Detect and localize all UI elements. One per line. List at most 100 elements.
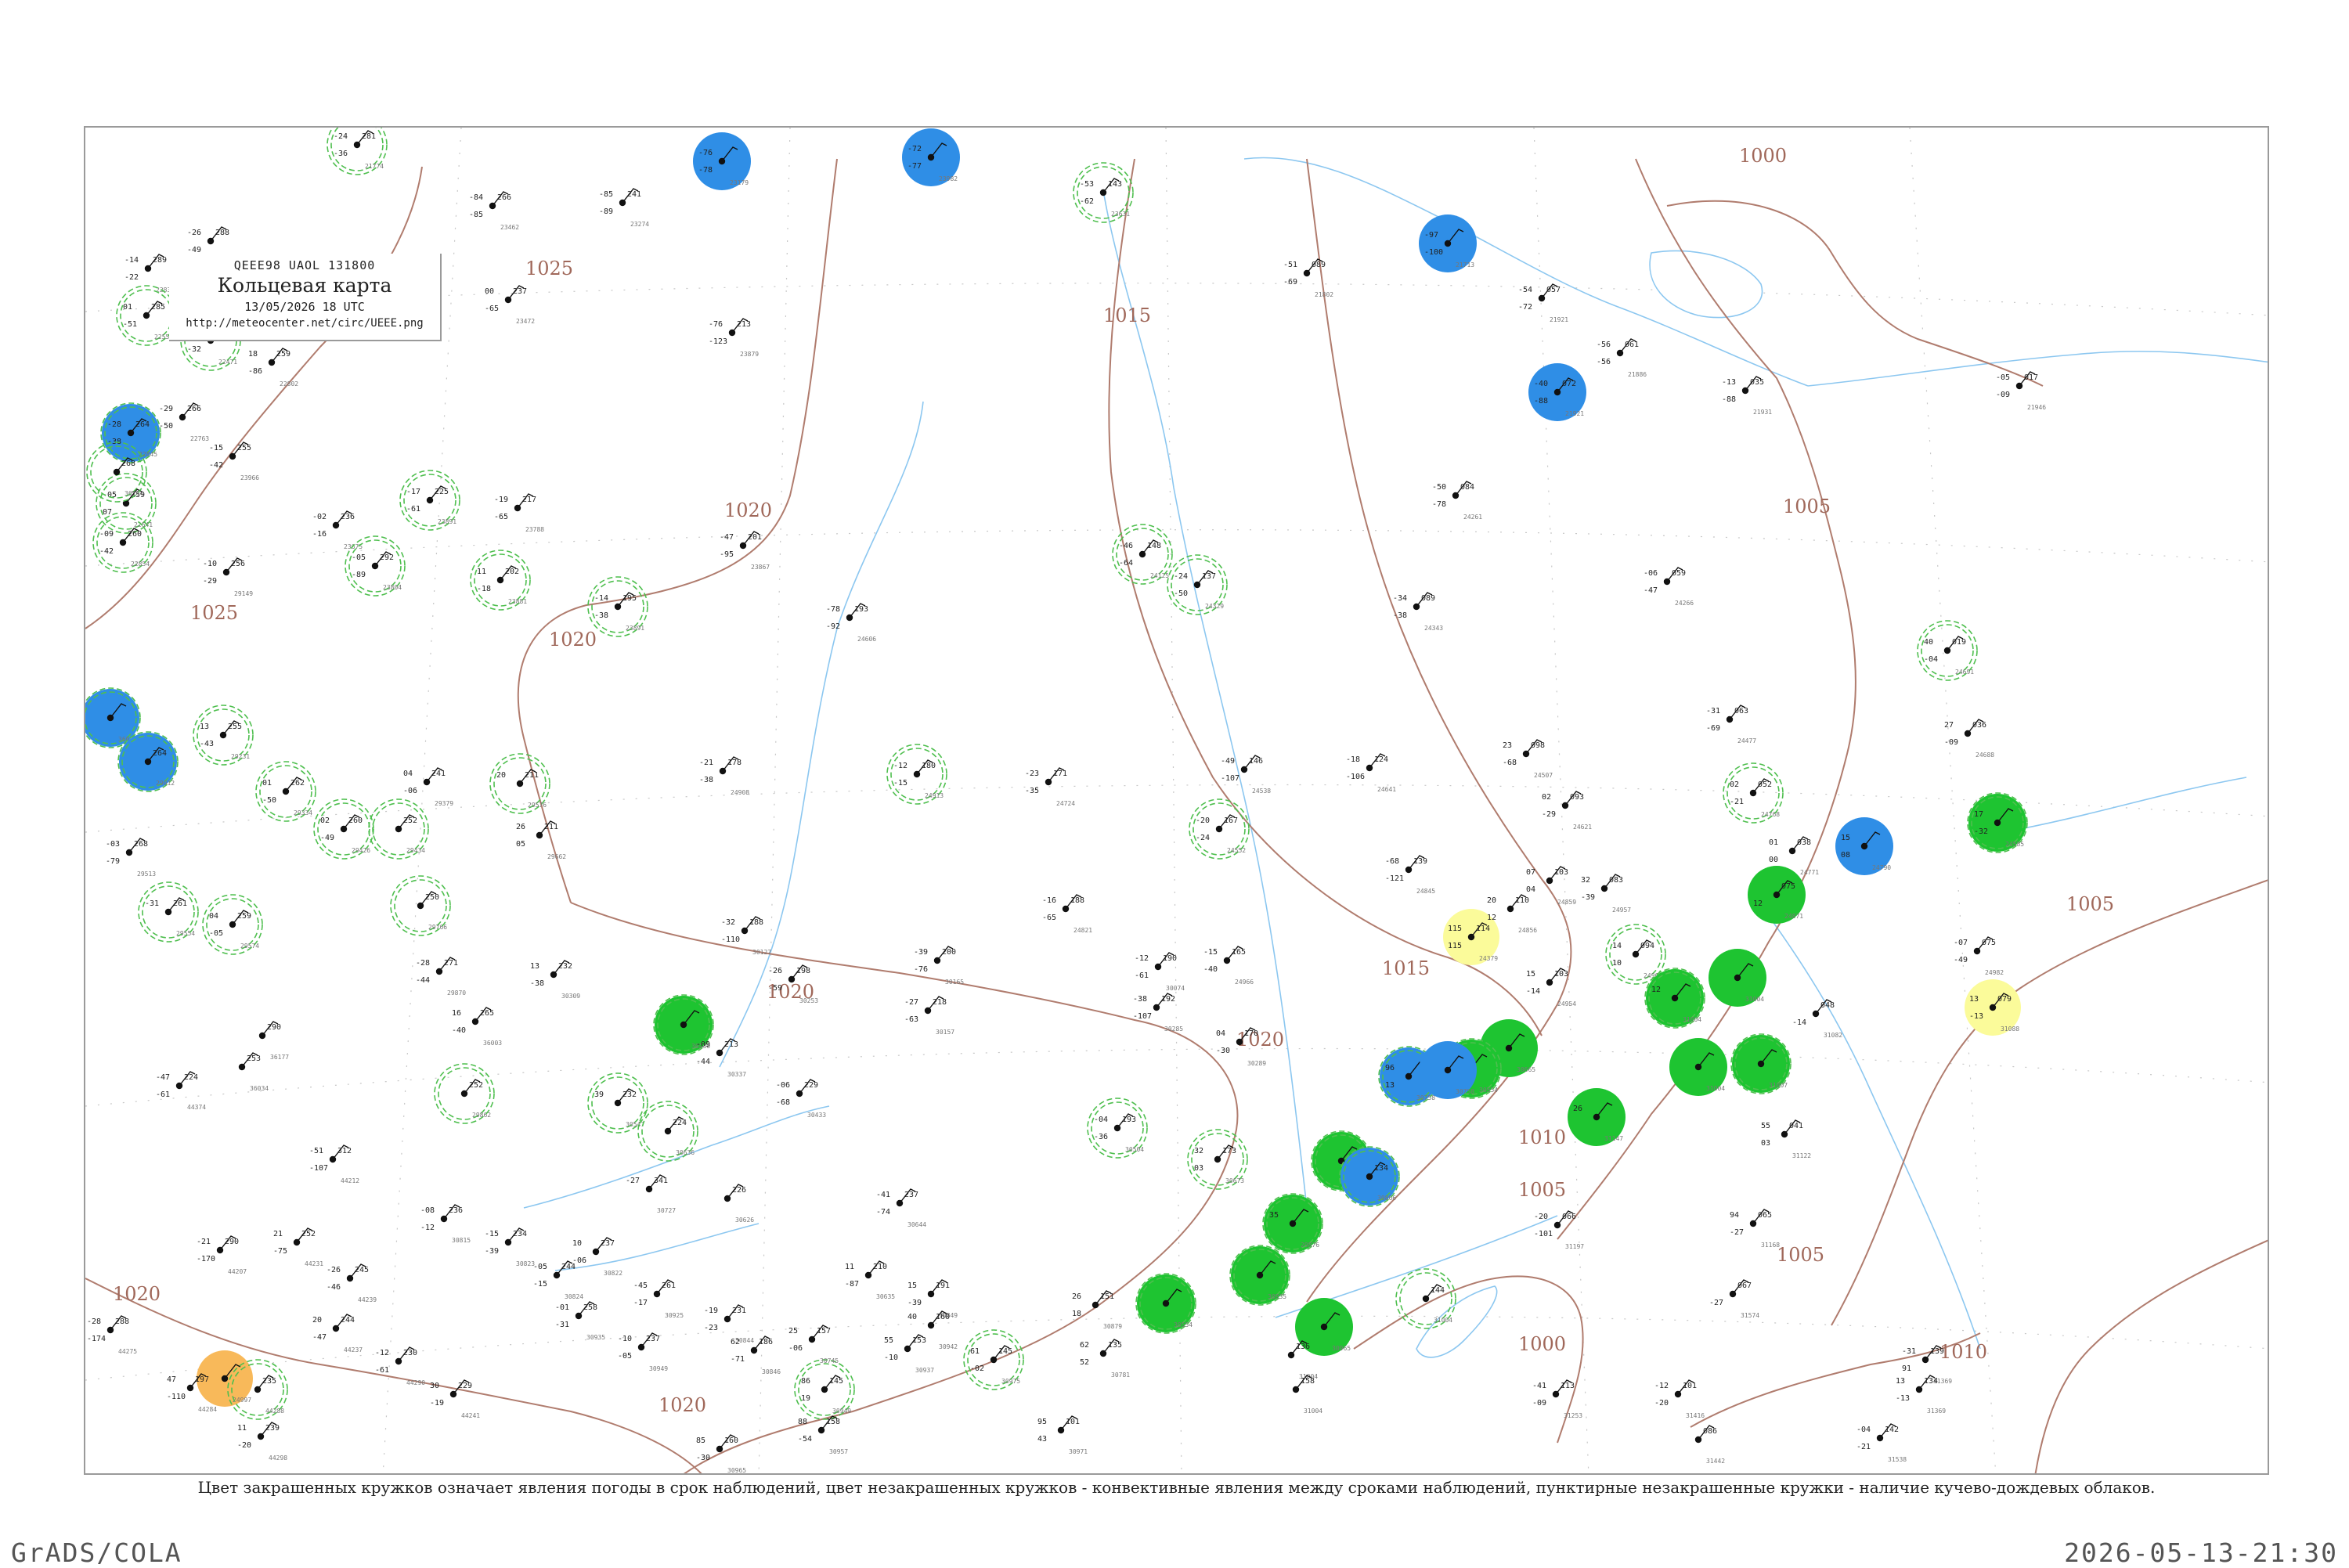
station-plot[interactable]: 101 95 43 30971 xyxy=(1037,1415,1088,1455)
station-plot[interactable]: 30758 xyxy=(1419,1041,1477,1099)
station-plot[interactable]: 237 00 -65 23472 xyxy=(485,285,535,325)
station-plot[interactable]: 312 -51 -107 44212 xyxy=(309,1144,359,1184)
station-plot[interactable]: 250 29766 xyxy=(390,875,451,936)
station-plot[interactable]: 232 13 -38 30309 xyxy=(530,960,580,1000)
station-plot[interactable]: 075 -07 -49 24982 xyxy=(1954,936,2004,976)
station-plot[interactable]: 341 -27 30727 xyxy=(626,1174,676,1214)
station-plot[interactable]: 178 -21 -38 24908 xyxy=(699,756,749,796)
station-plot[interactable]: 266 -29 -50 22763 xyxy=(159,402,209,442)
station-plot[interactable]: 260 02 -49 29426 xyxy=(313,798,374,860)
station-plot[interactable]: 202 11 -18 23881 xyxy=(470,550,531,611)
station-plot[interactable]: 281 -24 -36 21774 xyxy=(327,128,388,175)
station-plot[interactable]: 289-14-2222837 xyxy=(124,254,175,294)
station-plot[interactable]: 201 -47 -95 23867 xyxy=(720,531,770,571)
station-plot[interactable]: 066 -20 -101 31197 xyxy=(1534,1210,1584,1250)
station-plot[interactable]: 145 86 19 30949 xyxy=(794,1359,855,1420)
station-plot[interactable]: -76 -78 23179 xyxy=(693,132,751,190)
station-plot[interactable]: 292 -05 -89 23804 xyxy=(345,535,406,597)
station-plot[interactable]: 259 04 -05 29574 xyxy=(202,894,263,955)
station-plot[interactable]: 261 -31 29554 xyxy=(138,881,199,943)
station-plot[interactable]: 211 20 29576 xyxy=(489,753,550,814)
station-plot[interactable]: 083 32 -39 24957 xyxy=(1581,874,1631,914)
station-plot[interactable]: 253 36034 xyxy=(238,1052,269,1092)
station-plot[interactable]: 124 -18 -106 24641 xyxy=(1346,753,1396,793)
station-plot[interactable]: 019 40 -04 24691 xyxy=(1917,620,1978,681)
station-plot[interactable]: 290 -21 -170 44207 xyxy=(197,1235,247,1275)
station-plot[interactable]: 142 -04 -21 31538 xyxy=(1856,1423,1907,1463)
station-plot[interactable]: 256 -10 -29 29149 xyxy=(203,557,253,597)
station-plot[interactable]: 193 -04 -36 30504 xyxy=(1087,1098,1148,1159)
station-plot[interactable]: 035 -13 -88 21931 xyxy=(1722,376,1772,416)
station-plot[interactable]: 31004 xyxy=(1669,1038,1727,1096)
station-plot[interactable]: 261 -45 -17 30925 xyxy=(633,1279,684,1319)
station-plot[interactable]: 258 -01 -31 30935 xyxy=(555,1301,605,1341)
station-plot[interactable]: 072 -40 -88 21921 xyxy=(1528,363,1586,421)
station-plot[interactable]: -97 -100 21713 xyxy=(1419,214,1477,272)
station-plot[interactable]: 188 -16 -65 24821 xyxy=(1042,894,1092,934)
station-plot[interactable]: 252 29434 xyxy=(368,798,429,860)
station-plot[interactable]: 245 -26 -46 44239 xyxy=(327,1263,377,1303)
station-plot[interactable]: 084 -50 -78 24261 xyxy=(1432,481,1482,521)
station-plot[interactable]: 143 -53 -62 23631 xyxy=(1073,162,1134,223)
station-plot[interactable]: 231 -19 -23 30844 xyxy=(704,1304,754,1344)
station-plot[interactable]: 290 36177 xyxy=(258,1021,289,1061)
station-plot[interactable]: 271 -28 -44 29870 xyxy=(416,957,466,997)
station-plot[interactable]: 052 02 -21 24768 xyxy=(1723,762,1784,824)
station-plot[interactable]: 153 55 -10 30937 xyxy=(884,1334,934,1374)
station-plot[interactable]: 230 -12 -61 44290 xyxy=(375,1346,425,1386)
station-plot[interactable]: 244 20 -47 44237 xyxy=(312,1314,363,1354)
station-plot[interactable]: 079 13 -13 31088 xyxy=(1965,979,2021,1036)
station-plot[interactable]: 158 31004 xyxy=(1292,1375,1322,1415)
station-plot[interactable]: 241 -85 -89 23274 xyxy=(599,188,649,228)
station-plot[interactable]: 264-28-3822845 xyxy=(100,402,161,463)
station-plot[interactable]: 265 16 -40 36003 xyxy=(452,1007,502,1047)
station-plot[interactable]: 041 55 03 31122 xyxy=(1761,1119,1811,1159)
station-plot[interactable]: 059 -06 -47 24266 xyxy=(1644,567,1694,607)
station-plot[interactable]: 195 -14 -38 23891 xyxy=(587,576,648,637)
station-plot[interactable]: 237 -41 -74 30644 xyxy=(876,1188,926,1228)
station-plot[interactable]: 061 -56 -56 21886 xyxy=(1597,338,1647,378)
station-plot[interactable]: 158 88 -54 30957 xyxy=(798,1415,848,1455)
station-plot[interactable]: 252 21 -75 44231 xyxy=(273,1227,323,1267)
station-plot[interactable]: 157 25 -06 30745 xyxy=(788,1325,839,1364)
station-plot[interactable]: 190 -12 -61 30074 xyxy=(1135,952,1185,992)
station-plot[interactable]: 225 -17 -61 23891 xyxy=(399,470,460,531)
station-plot[interactable]: 35 29876 xyxy=(1262,1193,1323,1254)
station-plot[interactable]: 098 23 -68 24507 xyxy=(1503,739,1553,779)
station-plot[interactable]: 139 -68 -121 24845 xyxy=(1385,855,1435,895)
station-plot[interactable]: 15 08 24790 xyxy=(1835,817,1893,875)
station-plot[interactable]: 268 -03 -79 29513 xyxy=(106,838,156,878)
station-plot[interactable]: 31007 xyxy=(1730,1033,1792,1094)
station-plot[interactable]: 165 -15 -40 24966 xyxy=(1203,946,1254,986)
station-plot[interactable]: 211 26 05 29662 xyxy=(516,820,566,860)
station-plot[interactable]: 145 61 -02 30975 xyxy=(963,1329,1024,1390)
station-plot[interactable]: 171 -23 -35 24724 xyxy=(1025,767,1075,807)
station-plot[interactable]: 237 10 -06 30822 xyxy=(572,1237,622,1277)
station-plot[interactable]: 237 -10 -05 30949 xyxy=(618,1332,668,1372)
station-plot[interactable]: 17 -32 24585 xyxy=(1967,792,2028,853)
station-plot[interactable]: 180 -12 -15 24913 xyxy=(886,744,947,805)
station-plot[interactable]: 173 32 03 30673 xyxy=(1187,1129,1248,1190)
station-plot[interactable]: 151 26 18 30879 xyxy=(1072,1290,1122,1330)
station-plot[interactable]: 31004 xyxy=(1709,949,1766,1007)
station-plot[interactable]: 135 62 52 30781 xyxy=(1080,1339,1130,1379)
station-plot[interactable]: 244-05-1530824 xyxy=(533,1260,583,1300)
station-plot[interactable]: 063 -31 -69 24477 xyxy=(1706,705,1756,744)
station-plot[interactable]: 057 -54 -72 21921 xyxy=(1518,283,1568,323)
station-plot[interactable]: 224 30636 xyxy=(637,1101,698,1162)
station-plot[interactable]: 213 -76 -123 23879 xyxy=(709,318,759,358)
station-plot[interactable]: 160 85 -30 30965 xyxy=(696,1434,746,1474)
station-plot[interactable]: 213 -09 -44 30337 xyxy=(696,1038,746,1078)
station-plot[interactable]: 075 12 24871 xyxy=(1748,866,1806,924)
station-plot[interactable]: 093 02 -29 24621 xyxy=(1542,791,1592,831)
station-plot[interactable]: 239 11 -20 44298 xyxy=(237,1422,287,1462)
station-plot[interactable]: 137 -24 -50 24329 xyxy=(1167,554,1228,615)
station-plot[interactable]: 094141024967 xyxy=(1605,924,1666,985)
station-plot[interactable]: 148 -46 -64 24125 xyxy=(1112,524,1173,585)
station-plot[interactable]: 232 39 30547 xyxy=(587,1072,648,1134)
source-url[interactable]: http://meteocenter.net/circ/UEEE.png xyxy=(169,317,440,330)
station-plot[interactable]: 146 -49 -107 24538 xyxy=(1221,755,1271,795)
station-plot[interactable]: 12 31004 xyxy=(1644,968,1705,1029)
station-plot[interactable]: 217 -19 -65 23788 xyxy=(494,493,544,533)
station-plot[interactable]: 193 -78 -92 24606 xyxy=(826,603,876,643)
